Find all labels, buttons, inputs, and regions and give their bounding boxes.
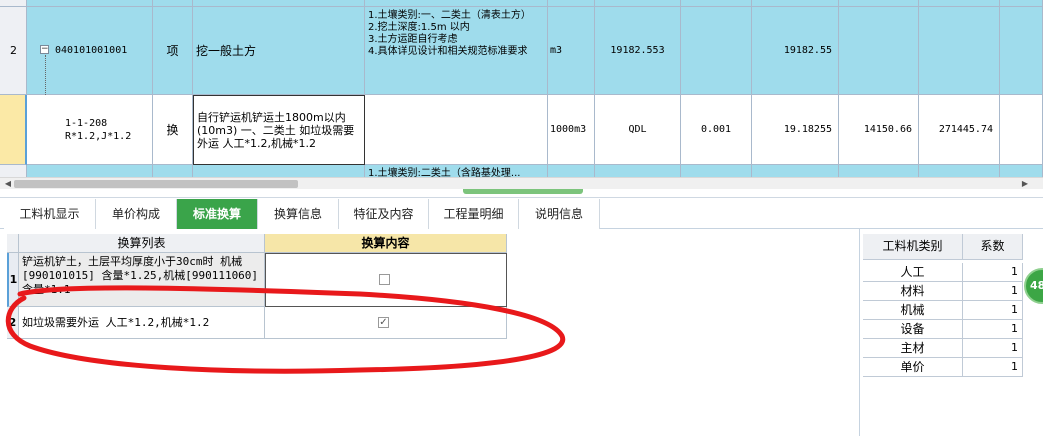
- row-number-cell[interactable]: 2: [0, 7, 27, 95]
- col-header-list[interactable]: 换算列表: [19, 234, 265, 253]
- unit-price-cell[interactable]: 14150.66: [839, 95, 919, 165]
- name-cell[interactable]: 挖一般土方: [193, 7, 365, 95]
- name-cell-editing[interactable]: 自行铲运机铲运土1800m以内(10m3) 一、二类土 如垃圾需要外运 人工*1…: [193, 95, 365, 165]
- conversion-item-text[interactable]: 铲运机铲土，土层平均厚度小于30cm时 机械[990101015] 含量*1.2…: [19, 253, 265, 307]
- category-cell[interactable]: [153, 0, 193, 7]
- features-cell[interactable]: [365, 0, 548, 7]
- unit-price-cell[interactable]: [839, 7, 919, 95]
- category-name[interactable]: 单价: [863, 358, 963, 377]
- coef-value[interactable]: 1: [963, 339, 1023, 358]
- coef-cell[interactable]: [681, 7, 752, 95]
- col-header-type[interactable]: 工料机类别: [863, 234, 963, 260]
- code-cell[interactable]: [27, 165, 153, 177]
- unit-cell[interactable]: [548, 165, 595, 177]
- check-icon[interactable]: ✓: [378, 317, 389, 328]
- splitter-grip[interactable]: [463, 189, 583, 194]
- features-cell[interactable]: [365, 95, 548, 165]
- code-cell[interactable]: [27, 0, 153, 7]
- col-header-content[interactable]: 换算内容: [265, 234, 507, 253]
- coef-cell[interactable]: [681, 0, 752, 7]
- conversion-content-cell[interactable]: [265, 253, 507, 307]
- tab-standard-conversion[interactable]: 标准换算: [177, 199, 258, 229]
- row-number[interactable]: 2: [7, 307, 19, 339]
- category-cell[interactable]: [153, 165, 193, 177]
- extra-cell[interactable]: [1000, 0, 1043, 7]
- coef-value[interactable]: 1: [963, 263, 1023, 282]
- coef-cell[interactable]: 0.001: [681, 95, 752, 165]
- coef-value[interactable]: 1: [963, 282, 1023, 301]
- tab-description[interactable]: 说明信息: [519, 199, 600, 229]
- conversion-checkbox[interactable]: [379, 274, 390, 285]
- tab-conversion-info[interactable]: 换算信息: [258, 199, 339, 229]
- coef-value[interactable]: 1: [963, 301, 1023, 320]
- tab-quantity-detail[interactable]: 工程量明细: [429, 199, 519, 229]
- item-code: 040101001001: [55, 44, 128, 56]
- col-header-coef[interactable]: 系数: [963, 234, 1023, 260]
- features-cell[interactable]: 1.土壤类别:一、二类土（清表土方） 2.挖土深度:1.5m 以内 3.土方运距…: [365, 7, 548, 95]
- tab-features-content[interactable]: 特征及内容: [339, 199, 429, 229]
- total-cell[interactable]: 271445.74: [919, 95, 1000, 165]
- coef-value[interactable]: 1: [963, 320, 1023, 339]
- horizontal-scrollbar[interactable]: ◀ ▶: [0, 177, 1043, 189]
- bill-grid: 2 040101001001 项 挖一般土方 1.土壤类别:一、二类土（清表土方…: [0, 0, 1043, 177]
- scrollbar-thumb[interactable]: [14, 180, 298, 188]
- name-cell[interactable]: [193, 165, 365, 177]
- extra-cell[interactable]: [1000, 7, 1043, 95]
- category-name[interactable]: 设备: [863, 320, 963, 339]
- conversion-content-cell[interactable]: ✓: [265, 307, 507, 339]
- qty-cell[interactable]: [752, 165, 839, 177]
- features-cell[interactable]: 1.土壤类别:二类土（含路基处理...: [365, 165, 548, 177]
- scroll-right-icon[interactable]: ▶: [1019, 179, 1031, 189]
- row-number[interactable]: 1: [7, 253, 19, 307]
- panel-splitter[interactable]: [0, 189, 1043, 198]
- qty-expr-cell[interactable]: [595, 0, 681, 7]
- qty-cell[interactable]: 19.18255: [752, 95, 839, 165]
- total-cell[interactable]: [919, 7, 1000, 95]
- category-name[interactable]: 主材: [863, 339, 963, 358]
- unit-cell[interactable]: m3: [548, 7, 595, 95]
- category-cell[interactable]: 项: [153, 7, 193, 95]
- qty-expr-cell[interactable]: QDL: [595, 95, 681, 165]
- detail-tabs: 工料机显示 单价构成 标准换算 换算信息 特征及内容 工程量明细 说明信息: [0, 199, 1043, 229]
- collapse-icon[interactable]: −: [40, 45, 49, 54]
- qty-cell[interactable]: [752, 0, 839, 7]
- name-cell[interactable]: [193, 0, 365, 7]
- tab-unit-price-composition[interactable]: 单价构成: [96, 199, 177, 229]
- row-number-cell[interactable]: [0, 95, 27, 165]
- unit-cell[interactable]: [548, 0, 595, 7]
- qty-cell[interactable]: 19182.55: [752, 7, 839, 95]
- total-cell[interactable]: [919, 0, 1000, 7]
- corner-header: [7, 234, 19, 253]
- row-number-cell[interactable]: [0, 0, 27, 7]
- row-number-cell[interactable]: [0, 165, 27, 177]
- conversion-panel: 换算列表 换算内容 1 铲运机铲土，土层平均厚度小于30cm时 机械[99010…: [0, 229, 860, 436]
- category-name[interactable]: 人工: [863, 263, 963, 282]
- unit-price-cell[interactable]: [839, 0, 919, 7]
- coef-value[interactable]: 1: [963, 358, 1023, 377]
- unit-cell[interactable]: 1000m3: [548, 95, 595, 165]
- category-name[interactable]: 材料: [863, 282, 963, 301]
- coef-cell[interactable]: [681, 165, 752, 177]
- qty-expr-cell[interactable]: [595, 165, 681, 177]
- unit-price-cell[interactable]: [839, 165, 919, 177]
- qty-expr-cell[interactable]: 19182.553: [595, 7, 681, 95]
- category-cell[interactable]: 换: [153, 95, 193, 165]
- total-cell[interactable]: [919, 165, 1000, 177]
- extra-cell[interactable]: [1000, 165, 1043, 177]
- conversion-item-text[interactable]: 如垃圾需要外运 人工*1.2,机械*1.2: [19, 307, 265, 339]
- extra-cell[interactable]: [1000, 95, 1043, 165]
- coefficient-panel: 工料机类别 系数 人工 1 材料 1 机械 1 设备 1 主材 1 单价 1: [861, 229, 1043, 436]
- tab-labor-material-machine[interactable]: 工料机显示: [4, 199, 96, 229]
- scroll-left-icon[interactable]: ◀: [2, 179, 14, 189]
- category-name[interactable]: 机械: [863, 301, 963, 320]
- code-cell[interactable]: 1-1-208 R*1.2,J*1.2: [27, 95, 153, 165]
